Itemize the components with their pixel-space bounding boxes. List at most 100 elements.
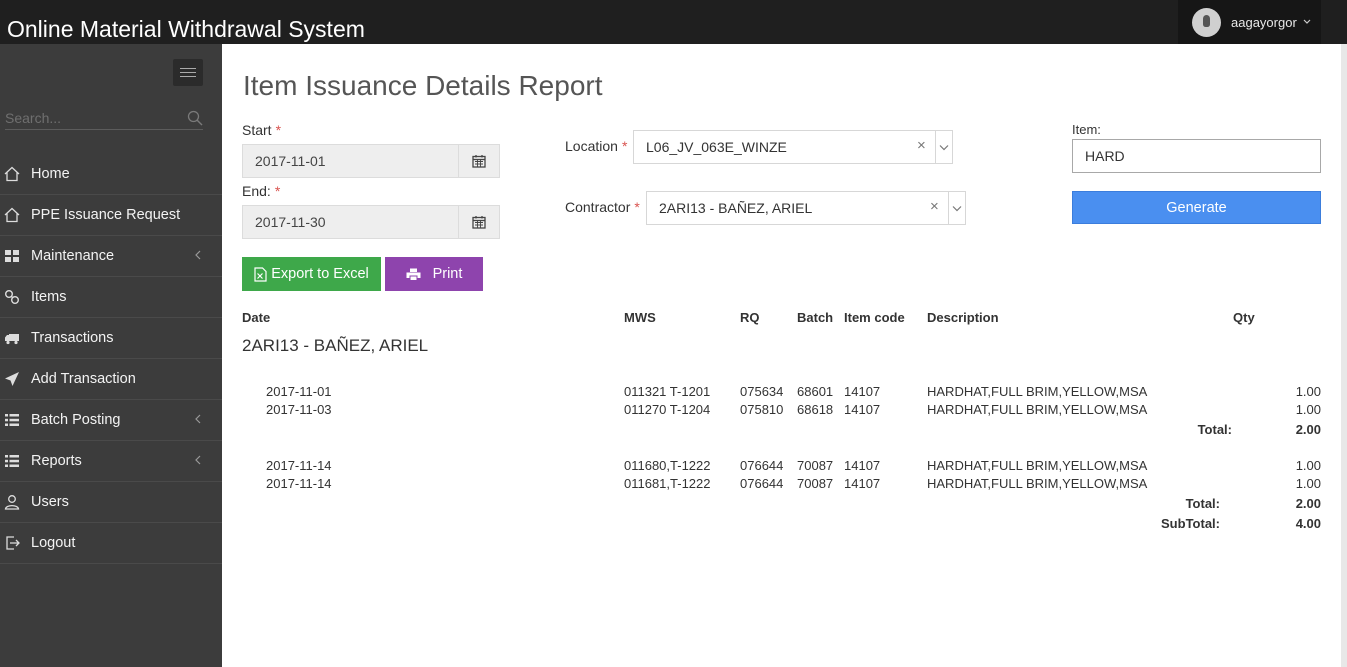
sidebar-item-users[interactable]: Users	[0, 482, 222, 523]
sidebar-item-label: Users	[31, 494, 69, 510]
sidebar-item-label: Items	[31, 289, 67, 305]
sidebar-item-reports[interactable]: Reports	[0, 441, 222, 482]
sidebar-item-home[interactable]: Home	[0, 154, 222, 195]
print-button[interactable]: Print	[385, 257, 483, 291]
sidebar-item-label: Add Transaction	[31, 371, 136, 387]
row-qty: 1.00	[1295, 402, 1321, 417]
row-rq: 075634	[740, 384, 784, 399]
search-icon[interactable]	[187, 110, 203, 126]
start-calendar-button[interactable]	[458, 145, 499, 177]
end-calendar-button[interactable]	[458, 206, 499, 238]
search-input[interactable]	[5, 108, 180, 128]
location-dropdown-toggle[interactable]	[935, 131, 952, 163]
end-date-value: 2017-11-30	[255, 214, 326, 230]
start-date-field[interactable]: 2017-11-01	[242, 144, 500, 178]
link-icon	[5, 290, 19, 304]
required-mark: *	[634, 199, 640, 215]
page-scrollbar[interactable]	[1341, 44, 1347, 667]
row-date: 2017-11-14	[266, 476, 332, 491]
page-title: Item Issuance Details Report	[243, 70, 603, 101]
chevron-left-icon	[195, 250, 201, 260]
contractor-select[interactable]: 2ARI13 - BAÑEZ, ARIEL ×	[646, 191, 966, 225]
logout-icon	[6, 536, 20, 550]
username: aagayorgor	[1231, 14, 1297, 30]
required-mark: *	[275, 122, 282, 138]
total-label: Total:	[1197, 422, 1232, 437]
row-batch: 68618	[797, 402, 834, 417]
sidebar-item-transactions[interactable]: Transactions	[0, 318, 222, 359]
row-qty: 1.00	[1295, 458, 1321, 473]
row-batch: 70087	[797, 476, 834, 491]
row-item-code: 14107	[844, 458, 881, 473]
row-date: 2017-11-14	[266, 458, 332, 473]
chevron-down-icon	[1303, 19, 1311, 24]
row-rq: 075810	[740, 402, 784, 417]
required-mark: *	[274, 183, 281, 199]
contractor-clear-icon[interactable]: ×	[930, 198, 939, 215]
excel-file-icon	[254, 266, 267, 282]
generate-button[interactable]: Generate	[1072, 191, 1321, 224]
row-qty: 1.00	[1295, 476, 1321, 491]
sidebar-search	[5, 108, 203, 130]
end-date-field[interactable]: 2017-11-30	[242, 205, 500, 239]
item-input[interactable]	[1072, 139, 1321, 173]
subtotal-value: 4.00	[1295, 516, 1321, 531]
col-header-rq: RQ	[740, 310, 760, 325]
location-clear-icon[interactable]: ×	[917, 137, 926, 154]
location-value: L06_JV_063E_WINZE	[646, 139, 787, 155]
row-batch: 68601	[797, 384, 834, 399]
col-header-date: Date	[242, 310, 271, 325]
top-navbar: Online Material Withdrawal System aagayo…	[0, 0, 1347, 44]
row-mws: 011270 T-1204	[624, 402, 711, 417]
app-title: Online Material Withdrawal System	[7, 16, 365, 42]
row-mws: 011680,T-1222	[624, 458, 711, 473]
end-label-text: End:	[242, 183, 271, 199]
hamburger-menu-icon[interactable]	[173, 59, 203, 86]
row-description: HARDHAT,FULL BRIM,YELLOW,MSA	[927, 458, 1148, 473]
send-icon	[5, 372, 19, 386]
calendar-icon	[472, 155, 486, 168]
export-button-label: Export to Excel	[271, 266, 369, 282]
truck-icon	[5, 334, 19, 345]
row-item-code: 14107	[844, 384, 881, 399]
location-select[interactable]: L06_JV_063E_WINZE ×	[633, 130, 953, 164]
start-label: Start *	[242, 122, 281, 138]
contractor-group-title: 2ARI13 - BAÑEZ, ARIEL	[242, 336, 429, 355]
end-label: End: *	[242, 183, 280, 199]
row-rq: 076644	[740, 476, 784, 491]
chevron-down-icon	[952, 205, 962, 211]
required-mark: *	[621, 138, 628, 154]
sidebar-item-label: Transactions	[31, 330, 114, 346]
sidebar-item-maintenance[interactable]: Maintenance	[0, 236, 222, 277]
sidebar-item-label: Batch Posting	[31, 412, 121, 428]
sidebar-item-ppe-issuance-request[interactable]: PPE Issuance Request	[0, 195, 222, 236]
sidebar-item-add-transaction[interactable]: Add Transaction	[0, 359, 222, 400]
sidebar-item-items[interactable]: Items	[0, 277, 222, 318]
location-label: Location *	[565, 138, 627, 154]
col-header-description: Description	[927, 310, 999, 325]
user-menu[interactable]: aagayorgor	[1178, 0, 1321, 44]
subtotal-label: SubTotal:	[1161, 516, 1220, 531]
row-batch: 70087	[797, 458, 834, 473]
user-avatar-icon	[1192, 7, 1221, 37]
chevron-left-icon	[195, 414, 201, 424]
item-label: Item:	[1072, 122, 1101, 137]
col-header-batch: Batch	[797, 310, 834, 325]
export-to-excel-button[interactable]: Export to Excel	[242, 257, 381, 291]
calendar-icon	[472, 216, 486, 229]
sidebar-item-batch-posting[interactable]: Batch Posting	[0, 400, 222, 441]
col-header-qty: Qty	[1233, 310, 1255, 325]
user-icon	[4, 495, 20, 510]
sidebar-item-label: Maintenance	[31, 248, 115, 264]
sidebar-item-label: Home	[31, 166, 70, 182]
sidebar-item-logout[interactable]: Logout	[0, 523, 222, 564]
main-content: Item Issuance Details Report Start * 2017…	[222, 44, 1341, 667]
contractor-label: Contractor *	[565, 199, 640, 215]
list-icon	[5, 455, 19, 467]
row-mws: 011321 T-1201	[624, 384, 711, 399]
row-mws: 011681,T-1222	[624, 476, 711, 491]
col-header-item-code: Item code	[844, 310, 905, 325]
col-header-mws: MWS	[624, 310, 656, 325]
row-date: 2017-11-01	[266, 384, 332, 399]
contractor-dropdown-toggle[interactable]	[948, 192, 965, 224]
